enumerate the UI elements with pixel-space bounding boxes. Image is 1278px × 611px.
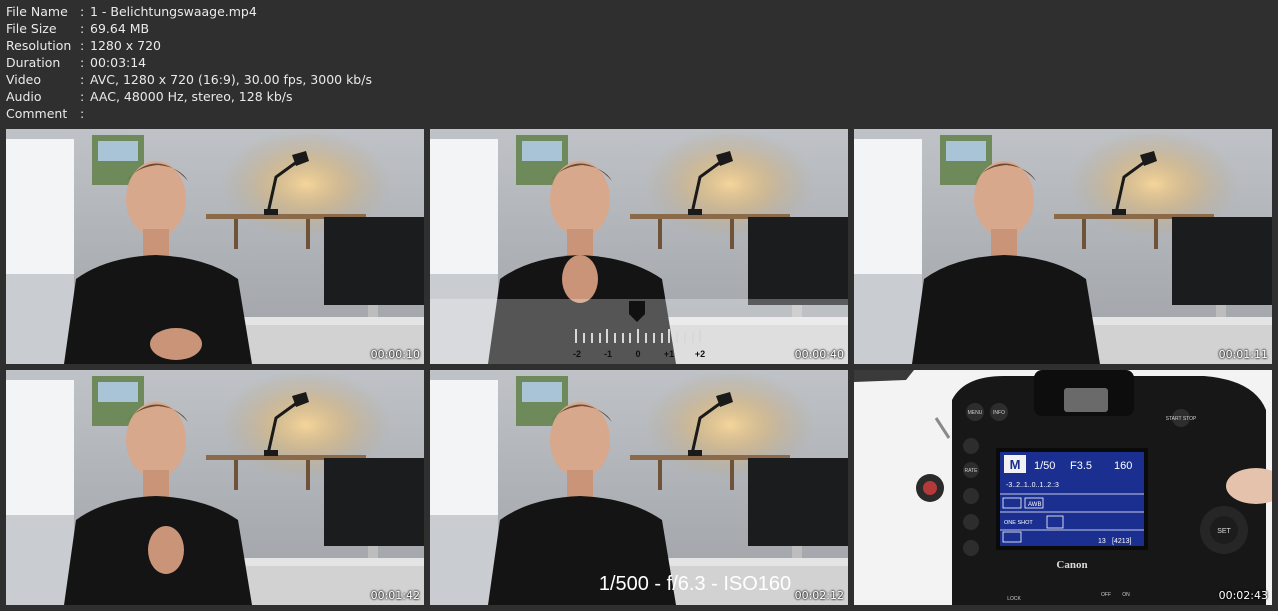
meta-row-resolution: Resolution:1280 x 720 <box>6 38 162 53</box>
video-frame: SET MENU INFO START STOP RATE LOCK OFF O… <box>854 370 1272 605</box>
svg-text:MENU: MENU <box>968 410 983 416</box>
scale-label: +2 <box>695 349 705 359</box>
video-frame: -2 -1 0 +1 +2 <box>430 129 848 364</box>
lcd-shots: 13 <box>1098 538 1106 545</box>
thumbnail-4[interactable]: 00:01:42 <box>6 370 424 605</box>
svg-text:ON: ON <box>1122 592 1130 598</box>
scale-label: -2 <box>573 349 581 359</box>
lcd-iso: 160 <box>1114 460 1132 472</box>
timestamp: 00:02:43 <box>1218 589 1268 602</box>
svg-text:LOCK: LOCK <box>1007 596 1021 602</box>
lcd-shutter: 1/50 <box>1034 460 1055 472</box>
timestamp: 00:02:12 <box>794 589 844 602</box>
lcd-aperture: F3.5 <box>1070 460 1092 472</box>
video-frame <box>6 129 424 364</box>
file-metadata: File Name:1 - Belichtungswaage.mp4 File … <box>6 3 372 122</box>
brand-logo: Canon <box>1056 559 1087 571</box>
video-frame <box>6 370 424 605</box>
lcd-remaining: [4213] <box>1112 538 1132 545</box>
meta-row-duration: Duration:00:03:14 <box>6 55 147 70</box>
timestamp: 00:00:40 <box>794 348 844 361</box>
thumbnail-1[interactable]: 00:00:10 <box>6 129 424 364</box>
meta-row-file-size: File Size:69.64 MB <box>6 21 150 36</box>
timestamp: 00:01:11 <box>1218 348 1268 361</box>
scale-label: -1 <box>604 349 612 359</box>
thumbnail-6[interactable]: SET MENU INFO START STOP RATE LOCK OFF O… <box>854 370 1272 605</box>
svg-text:OFF: OFF <box>1101 592 1111 598</box>
exposure-caption: 1/500 - f/6.3 - ISO160 <box>599 573 791 595</box>
meta-row-video: Video: AVC, 1280 x 720 (16:9), 30.00 fps,… <box>6 72 372 87</box>
lcd-af: ONE SHOT <box>1004 520 1033 526</box>
svg-text:SET: SET <box>1217 528 1231 535</box>
timestamp: 00:01:42 <box>370 589 420 602</box>
thumbnail-2[interactable]: -2 -1 0 +1 +2 00:00:40 <box>430 129 848 364</box>
svg-text:RATE: RATE <box>965 468 979 474</box>
scale-label: +1 <box>664 349 674 359</box>
video-frame <box>854 129 1272 364</box>
meta-row-audio: Audio: AAC, 48000 Hz, stereo, 128 kb/s <box>6 89 293 104</box>
meta-row-file-name: File Name:1 - Belichtungswaage.mp4 <box>6 4 257 19</box>
lcd-mode: M <box>1010 457 1021 472</box>
video-frame: 1/500 - f/6.3 - ISO160 <box>430 370 848 605</box>
lcd-exposure-scale: -3..2..1..0..1..2.:3 <box>1006 482 1059 489</box>
meta-row-comment: Comment: <box>6 106 85 121</box>
lcd-wb: AWB <box>1028 502 1041 508</box>
timestamp: 00:00:10 <box>370 348 420 361</box>
svg-text:START STOP: START STOP <box>1166 416 1197 422</box>
svg-text:INFO: INFO <box>993 410 1005 416</box>
thumbnail-3[interactable]: 00:01:11 <box>854 129 1272 364</box>
thumbnail-5[interactable]: 1/500 - f/6.3 - ISO160 00:02:12 <box>430 370 848 605</box>
scale-label: 0 <box>635 349 640 359</box>
